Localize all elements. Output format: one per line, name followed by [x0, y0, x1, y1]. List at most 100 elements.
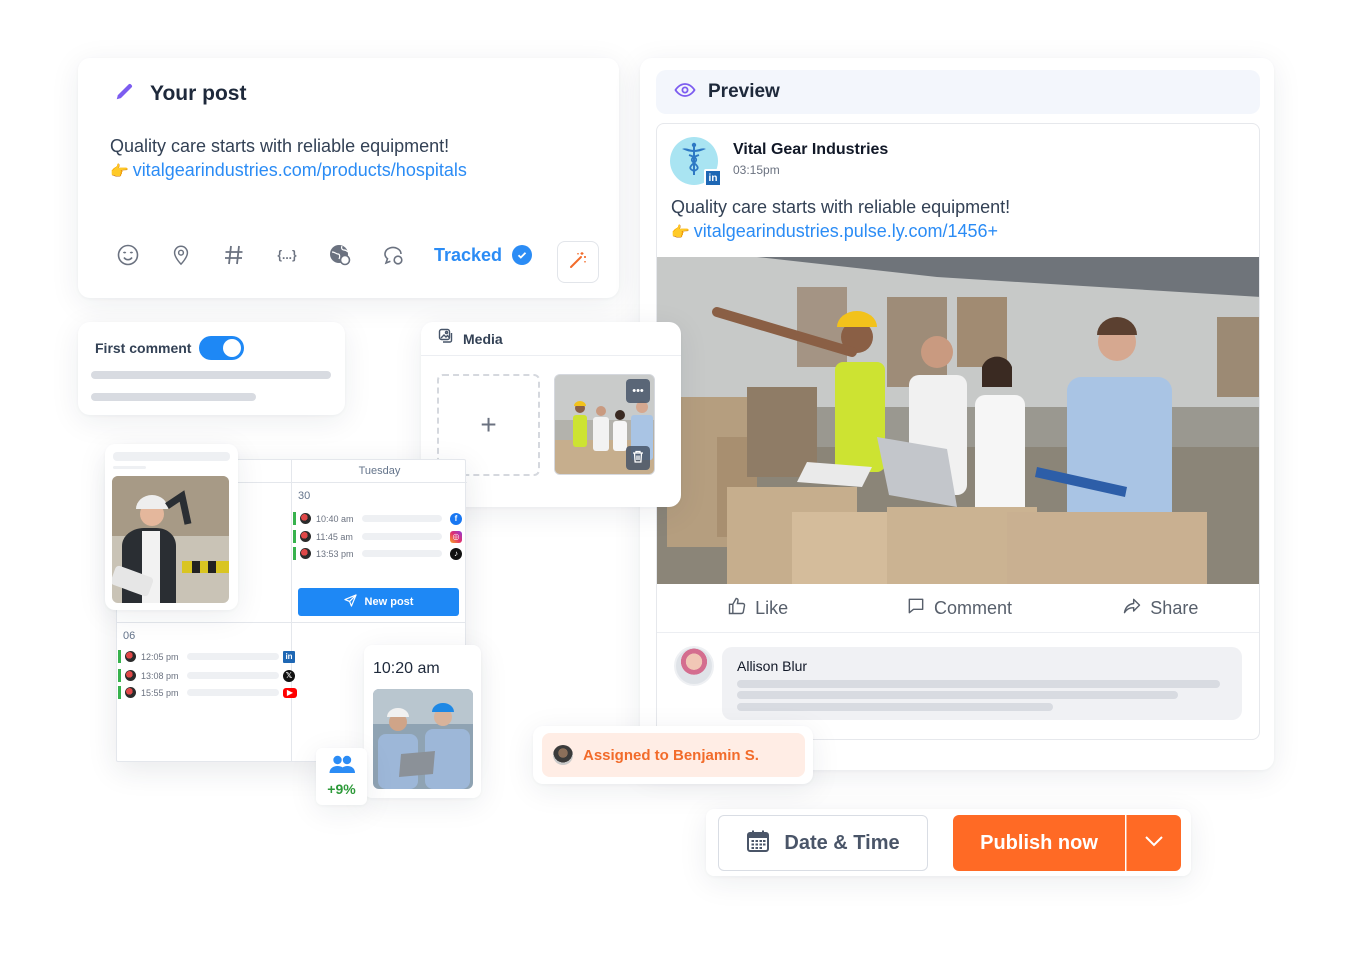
publish-bar: Date & Time Publish now — [706, 809, 1191, 876]
linkedin-badge-icon: in — [704, 169, 722, 187]
eye-icon — [674, 82, 696, 103]
linkedin-icon: in — [283, 650, 295, 663]
calendar-day-number: 06 — [123, 630, 136, 642]
like-label: Like — [755, 597, 789, 618]
comment-bubble: Allison Blur — [722, 647, 1242, 720]
check-circle-icon — [512, 245, 533, 265]
users-icon — [329, 754, 355, 781]
post-editor-title: Your post — [150, 81, 247, 105]
post-image-engineers-laptop — [373, 689, 473, 789]
more-options-button[interactable]: ••• — [626, 379, 650, 403]
delete-media-button[interactable] — [626, 446, 650, 470]
preview-text-line: Quality care starts with reliable equipm… — [671, 197, 1011, 217]
author-avatar — [300, 548, 311, 559]
event-time: 11:45 am — [316, 531, 353, 542]
assignment-label: Assigned to Benjamin S. — [583, 746, 759, 764]
comment-button[interactable]: Comment — [858, 596, 1059, 621]
event-time: 15:55 pm — [141, 687, 179, 698]
commenter-name: Allison Blur — [737, 658, 808, 674]
share-button[interactable]: Share — [1060, 596, 1259, 621]
comment-placeholder-line — [737, 680, 1220, 688]
calendar-event[interactable]: 11:45 am ◎ — [293, 530, 462, 543]
paper-plane-icon — [343, 594, 357, 610]
post-toolbar: {...} Tracked — [114, 241, 533, 269]
event-placeholder — [362, 533, 442, 540]
preview-post: in Vital Gear Industries 03:15pm Quality… — [656, 123, 1260, 740]
date-time-label: Date & Time — [784, 831, 900, 854]
event-time: 12:05 pm — [141, 651, 179, 662]
comment-placeholder-line — [91, 371, 331, 379]
post-image-engineer-woman — [112, 476, 229, 603]
pencil-icon — [114, 80, 136, 107]
title-placeholder — [113, 452, 230, 461]
scheduled-time: 10:20 am — [373, 660, 440, 677]
publish-options-dropdown[interactable] — [1126, 815, 1181, 871]
growth-value: +9% — [327, 781, 356, 797]
company-avatar: in — [670, 137, 722, 187]
status-bar — [293, 512, 296, 525]
tiktok-icon: ♪ — [450, 547, 462, 560]
publish-now-button[interactable]: Publish now — [953, 815, 1125, 871]
scheduled-time-card[interactable]: 10:20 am — [364, 645, 481, 798]
status-bar — [118, 650, 121, 663]
youtube-icon: ▶ — [283, 687, 297, 698]
first-comment-toggle[interactable] — [199, 336, 245, 360]
variables-icon[interactable]: {...} — [273, 241, 301, 269]
tracked-label: Tracked — [434, 244, 503, 265]
chat-settings-icon[interactable] — [379, 241, 407, 269]
post-image-warehouse-team — [657, 257, 1259, 584]
comment-placeholder-line — [737, 691, 1178, 699]
assignment-card: Assigned to Benjamin S. — [533, 726, 813, 784]
preview-panel: Preview in Vital Gear Industries 03:15pm… — [640, 58, 1274, 770]
like-button[interactable]: Like — [657, 596, 858, 621]
status-bar — [293, 530, 296, 543]
author-avatar — [125, 670, 136, 681]
event-placeholder — [187, 689, 279, 696]
date-time-button[interactable]: Date & Time — [718, 815, 928, 871]
thumbs-up-icon — [727, 596, 747, 621]
audience-growth-card: +9% — [316, 748, 367, 805]
first-comment-card: First comment — [78, 322, 345, 415]
assignment-badge[interactable]: Assigned to Benjamin S. — [542, 733, 805, 777]
calendar-header-tuesday: Tuesday — [292, 460, 467, 483]
new-post-button[interactable]: New post — [298, 588, 459, 616]
author-avatar — [125, 687, 136, 698]
calendar-day-number: 30 — [298, 490, 311, 502]
event-time: 13:53 pm — [316, 548, 354, 559]
calendar-event[interactable]: 13:53 pm ♪ — [293, 547, 462, 560]
scheduled-post-card[interactable] — [105, 444, 238, 610]
calendar-divider — [291, 460, 292, 761]
author-avatar — [300, 531, 311, 542]
author-avatar — [125, 651, 136, 662]
calendar-event[interactable]: 12:05 pm in — [118, 650, 295, 663]
ai-assistant-button[interactable] — [557, 241, 599, 283]
post-link[interactable]: vitalgearindustries.com/products/hospita… — [133, 160, 467, 180]
comment-placeholder-line — [91, 393, 256, 401]
calendar-event[interactable]: 15:55 pm ▶ — [118, 686, 297, 699]
share-arrow-icon — [1122, 596, 1142, 621]
instagram-icon: ◎ — [450, 530, 462, 543]
media-thumbnail[interactable]: ••• — [554, 374, 655, 475]
post-text-input[interactable]: Quality care starts with reliable equipm… — [110, 134, 467, 184]
trash-icon — [632, 450, 644, 466]
calendar-event[interactable]: 10:40 am f — [293, 512, 462, 525]
pointing-hand-icon: 👉 — [671, 224, 690, 241]
event-placeholder — [187, 653, 279, 660]
first-comment-label: First comment — [95, 340, 192, 356]
location-pin-icon[interactable] — [167, 241, 195, 269]
comment-placeholder-line — [737, 703, 1053, 711]
preview-post-text: Quality care starts with reliable equipm… — [671, 195, 1010, 245]
emoji-icon[interactable] — [114, 241, 142, 269]
hashtag-icon[interactable] — [220, 241, 248, 269]
media-title: Media — [463, 330, 503, 347]
company-name: Vital Gear Industries — [733, 141, 889, 158]
globe-settings-icon[interactable] — [326, 241, 354, 269]
chevron-down-icon — [1144, 834, 1164, 852]
calendar-event[interactable]: 13:08 pm 𝕏 — [118, 669, 295, 682]
event-time: 10:40 am — [316, 513, 354, 524]
preview-link[interactable]: vitalgearindustries.pulse.ly.com/1456+ — [694, 221, 998, 241]
post-actions: Like Comment Share — [657, 584, 1259, 633]
status-bar — [118, 669, 121, 682]
tracked-toggle[interactable]: Tracked — [434, 244, 533, 266]
event-placeholder — [362, 515, 442, 522]
